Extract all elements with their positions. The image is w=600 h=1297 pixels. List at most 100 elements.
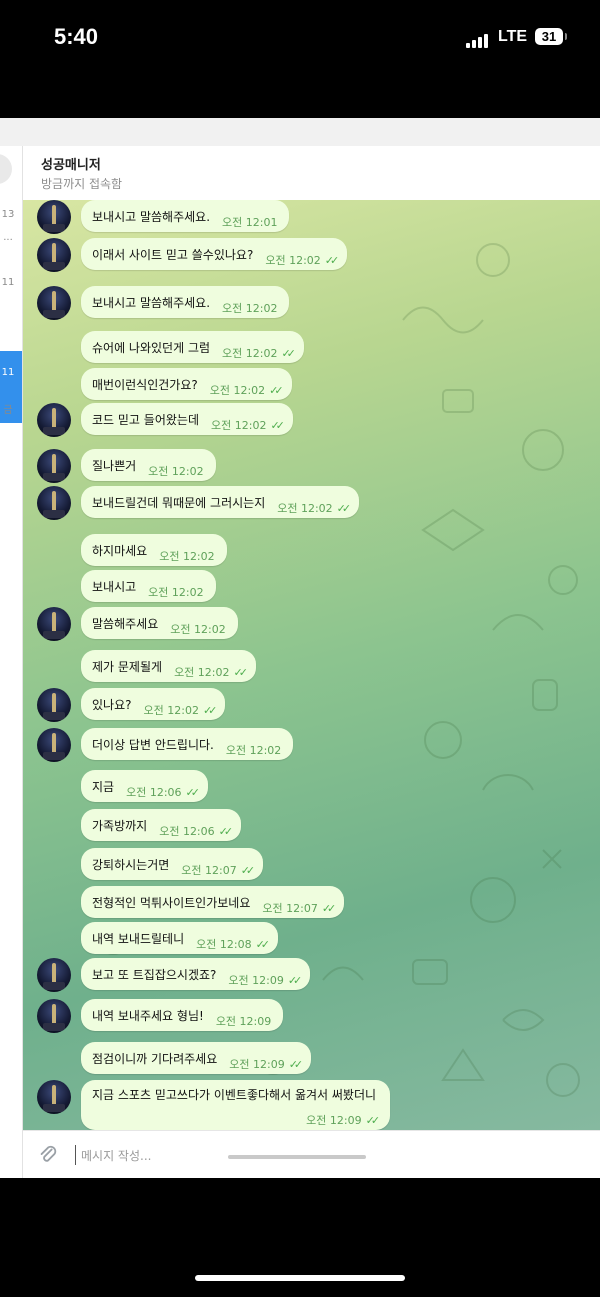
message-input[interactable]: 메시지 작성... [81,1147,151,1164]
message-meta: 오전 12:01 [210,207,277,229]
message-row: 지금 스포츠 믿고쓰다가 이벤트좋다해서 옮겨서 써봤더니 오전 12:09 ✓✓ [23,1080,600,1130]
avatar[interactable] [37,999,71,1033]
message-row: 지금 오전 12:06 ✓✓ [23,770,600,802]
message-bubble[interactable]: 있나요? 오전 12:02 ✓✓ [81,688,226,720]
message-meta: 오전 12:02 [136,456,204,478]
message-bubble[interactable]: 보내시고 말씀해주세요. 오전 12:01 [81,200,290,232]
message-bubble[interactable]: 말씀해주세요 오전 12:02 [81,607,238,639]
message-bubble[interactable]: 제가 문제될게 오전 12:02 ✓✓ [81,650,256,682]
message-bubble[interactable]: 내역 보내주세요 형님! 오전 12:09 [81,999,284,1031]
message-meta: 오전 12:09 [204,1006,272,1028]
home-indicator[interactable] [195,1275,405,1281]
message-text: 내역 보내드릴테니 [92,931,185,946]
message-text: 슈어에 나와있던게 그럼 [92,340,211,355]
message-bubble[interactable]: 전형적인 먹튀사이트인가보네요 오전 12:07 ✓✓ [81,886,345,918]
message-bubble[interactable]: 더이상 답변 안드립니다. 오전 12:02 [81,728,294,760]
message-time: 오전 12:02 [225,743,282,757]
message-bubble[interactable]: 지금 오전 12:06 ✓✓ [81,770,208,802]
avatar[interactable] [37,286,71,320]
message-row: 매번이런식인건가요? 오전 12:02 ✓✓ [23,368,600,400]
message-bubble[interactable]: 가족방까지 오전 12:06 ✓✓ [81,809,242,841]
double-check-icon: ✓✓ [324,253,340,267]
message-bubble[interactable]: 지금 스포츠 믿고쓰다가 이벤트좋다해서 옮겨서 써봤더니 오전 12:09 ✓✓ [81,1080,391,1130]
avatar[interactable] [37,200,71,234]
battery-icon: 31 [535,28,567,45]
avatar[interactable] [37,958,71,992]
chat-header[interactable]: 성공매니저 방금까지 접속함 [23,146,600,201]
message-bubble[interactable]: 보내시고 말씀해주세요. 오전 12:02 [81,286,290,318]
message-time: 오전 12:02 [148,464,204,478]
message-bubble[interactable]: 슈어에 나와있던게 그럼 오전 12:02 ✓✓ [81,331,304,363]
message-row: 질나쁜거 오전 12:02 [23,449,600,483]
message-bubble[interactable]: 보내드릴건데 뭐때문에 그러시는지 오전 12:02 ✓✓ [81,486,360,518]
message-text: 지금 [92,779,115,794]
message-bubble[interactable]: 보내시고 오전 12:02 [81,570,216,602]
message-meta: 오전 12:06 ✓✓ [114,777,200,799]
message-bubble[interactable]: 점검이니까 기다려주세요 오전 12:09 ✓✓ [81,1042,312,1074]
message-bubble[interactable]: 질나쁜거 오전 12:02 [81,449,216,481]
double-check-icon: ✓✓ [270,418,285,432]
avatar[interactable] [37,238,71,272]
message-row: 보고 또 트집잡으시겠죠? 오전 12:09 ✓✓ [23,958,600,992]
avatar[interactable] [37,1080,71,1114]
chat-list-count: 11 [1,277,15,288]
avatar[interactable] [37,728,71,762]
message-meta: 오전 12:09 ✓✓ [217,1049,304,1071]
message-bubble[interactable]: 코드 믿고 들어왔는데 오전 12:02 ✓✓ [81,403,293,435]
message-time: 오전 12:02 [222,346,278,360]
message-meta: 오전 12:09 ✓✓ [216,965,303,987]
chat-list-count: ... [3,232,13,243]
message-bubble[interactable]: 하지마세요 오전 12:02 [81,534,227,566]
avatar[interactable] [37,688,71,722]
message-row: 있나요? 오전 12:02 ✓✓ [23,688,600,722]
avatar[interactable] [37,607,71,641]
message-row: 하지마세요 오전 12:02 [23,534,600,566]
message-row: 점검이니까 기다려주세요 오전 12:09 ✓✓ [23,1042,600,1074]
message-time: 오전 12:09 [229,1057,285,1071]
message-row: 보내드릴건데 뭐때문에 그러시는지 오전 12:02 ✓✓ [23,486,600,520]
message-time: 오전 12:02 [211,418,267,432]
message-time: 오전 12:06 [126,785,182,799]
message-row: 전형적인 먹튀사이트인가보네요 오전 12:07 ✓✓ [23,886,600,918]
chat-list-avatar[interactable] [0,154,12,184]
message-time: 오전 12:02 [174,665,230,679]
avatar[interactable] [37,449,71,483]
message-row: 코드 믿고 들어왔는데 오전 12:02 ✓✓ [23,403,600,437]
message-text: 있나요? [92,697,132,712]
double-check-icon: ✓✓ [288,1057,304,1071]
message-row: 내역 보내주세요 형님! 오전 12:09 [23,999,600,1033]
message-bubble[interactable]: 이래서 사이트 믿고 쓸수있나요? 오전 12:02 ✓✓ [81,238,348,270]
avatar[interactable] [37,486,71,520]
message-bubble[interactable]: 강퇴하시는거면 오전 12:07 ✓✓ [81,848,264,880]
message-text: 하지마세요 [92,543,148,558]
message-text: 보내드릴건데 뭐때문에 그러시는지 [92,495,266,510]
message-bubble[interactable]: 내역 보내드릴테니 오전 12:08 ✓✓ [81,922,279,954]
window-top-strip [0,118,600,146]
message-meta: 오전 12:02 [210,293,277,315]
message-meta: 오전 12:08 ✓✓ [184,929,270,951]
message-text: 전형적인 먹튀사이트인가보네요 [92,895,251,910]
message-time: 오전 12:02 [170,622,226,636]
avatar[interactable] [37,403,71,437]
message-time: 오전 12:09 [215,1014,272,1028]
double-check-icon: ✓✓ [269,383,284,397]
message-bubble[interactable]: 보고 또 트집잡으시겠죠? 오전 12:09 ✓✓ [81,958,311,990]
message-list[interactable]: 보내시고 말씀해주세요. 오전 12:01 이래서 사이트 믿고 쓸수있나요? 오전 … [23,200,600,1130]
message-bubble[interactable]: 매번이런식인건가요? 오전 12:02 ✓✓ [81,368,292,400]
double-check-icon: ✓✓ [240,863,256,877]
double-check-icon: ✓✓ [218,824,234,838]
message-time: 오전 12:09 [306,1114,362,1127]
message-meta: 오전 12:02 [158,614,226,636]
message-text: 지금 스포츠 믿고쓰다가 이벤트좋다해서 옮겨서 써봤더니 [92,1088,377,1102]
message-text: 보고 또 트집잡으시겠죠? [92,967,217,982]
message-time: 오전 12:02 [143,703,199,717]
chat-list-count: 금 [3,405,13,416]
message-row: 보내시고 말씀해주세요. 오전 12:02 [23,286,600,320]
message-text: 점검이니까 기다려주세요 [92,1051,218,1066]
message-meta: 오전 12:07 ✓✓ [169,855,256,877]
chat-title: 성공매니저 [41,158,101,173]
paperclip-icon[interactable] [37,1143,59,1167]
chat-list-panel[interactable]: 13 ... 11 11 금 [0,146,23,1178]
double-check-icon: ✓✓ [287,973,303,987]
message-text: 코드 믿고 들어왔는데 [92,412,199,427]
